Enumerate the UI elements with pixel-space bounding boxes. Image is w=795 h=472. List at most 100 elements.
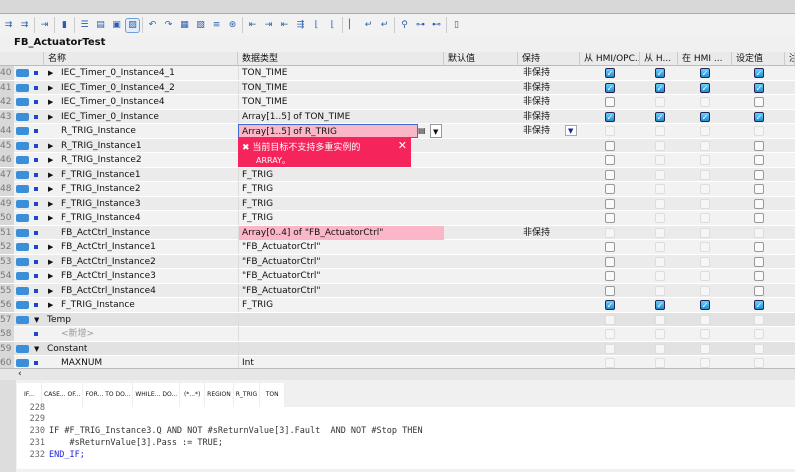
checkbox[interactable] [605,271,615,281]
variable-name[interactable]: FB_ActCtrl_Instance4 [58,284,156,298]
data-type[interactable]: "FB_ActuatorCtrl" [238,269,444,283]
table-row[interactable]: 53 ▶ FB_ActCtrl_Instance2 "FB_ActuatorCtrl" [0,254,795,269]
checkbox[interactable] [700,271,710,281]
toolbar-button-34-icon[interactable]: ▯ [450,19,463,32]
checkbox[interactable]: ✓ [655,111,665,122]
toolbar-button-22-icon[interactable]: ⇶ [294,19,307,32]
retain-value[interactable] [520,284,523,298]
variable-name[interactable]: IEC_Timer_0_Instance4_2 [58,81,175,95]
expand-triangle-icon[interactable]: ▶ [48,139,53,153]
table-row[interactable]: 43 ▶ IEC_Timer_0_Instance Array[1..5] of TO… [0,109,795,124]
variable-name[interactable]: R_TRIG_Instance1 [58,139,142,153]
snippet-button[interactable]: WHILE... DO... [133,383,181,407]
checkbox[interactable] [655,169,665,180]
expand-triangle-icon[interactable]: ▶ [48,197,53,211]
checkbox[interactable] [655,314,665,325]
table-row[interactable]: 58 <新增> [0,327,795,342]
checkbox[interactable]: ✓ [700,68,710,78]
checkbox[interactable] [655,358,665,368]
checkbox[interactable] [655,256,665,267]
snippet-button[interactable]: (*...*) [180,383,206,407]
toolbar-button-10-icon[interactable]: ▨ [125,17,140,33]
checkbox[interactable] [700,242,710,252]
retain-value[interactable] [520,240,523,254]
table-row[interactable]: 40 ▶ IEC_Timer_0_Instance4_1 TON_TIME 非保持 ✓ ✓ ✓… [0,66,795,81]
expand-triangle-icon[interactable]: ▶ [48,255,53,269]
table-row[interactable]: 55 ▶ FB_ActCtrl_Instance4 "FB_ActuatorCtrl" [0,283,795,298]
checkbox[interactable] [605,256,615,267]
data-type[interactable]: TON_TIME [238,95,444,109]
variable-name[interactable]: FB_ActCtrl_Instance2 [58,255,156,269]
retain-value[interactable] [520,153,523,167]
checkbox[interactable] [655,198,665,209]
column-header[interactable]: 名称 [44,52,238,66]
checkbox[interactable] [605,155,615,165]
collapse-triangle-icon[interactable]: ▼ [34,342,39,356]
variable-name[interactable]: IEC_Timer_0_Instance [58,110,159,124]
table-row[interactable]: 48 ▶ F_TRIG_Instance2 F_TRIG [0,182,795,197]
toolbar-button-9-icon[interactable]: ▣ [110,19,123,32]
checkbox[interactable]: ✓ [700,111,710,122]
scroll-left-icon[interactable]: ‹ [18,369,22,379]
checkbox[interactable] [754,358,764,368]
scl-editor[interactable]: 228 229 230 IF #F_TRIG_Instance3.Q AND NOT… [17,403,795,469]
retain-value[interactable]: 非保持 [520,226,550,240]
expand-triangle-icon[interactable]: ▶ [48,211,53,225]
checkbox[interactable]: ✓ [754,111,764,122]
expand-triangle-icon[interactable]: ▶ [48,66,53,80]
variable-name[interactable]: MAXNUM [58,356,102,368]
checkbox[interactable] [655,271,665,281]
table-row[interactable]: 44 R_TRIG_Instance Array[1..5] of R_TRIG ▤ ▼… [0,124,795,139]
column-header[interactable]: 保持 [518,52,580,66]
checkbox[interactable] [655,97,665,107]
checkbox[interactable] [655,126,665,136]
toolbar-button-3-icon[interactable]: ⇥ [38,19,51,32]
table-row[interactable]: 51 FB_ActCtrl_Instance Array[0..4] of "FB_… [0,225,795,240]
data-type[interactable]: Array[1..5] of R_TRIG [238,124,418,138]
checkbox[interactable] [700,285,710,296]
retain-value[interactable] [520,269,523,283]
checkbox[interactable] [605,126,615,136]
toolbar-button-5-icon[interactable]: ▮ [58,19,71,32]
snippet-button[interactable]: R_TRIG [234,383,261,407]
expand-triangle-icon[interactable]: ▶ [48,298,53,312]
table-row[interactable]: 49 ▶ F_TRIG_Instance3 F_TRIG [0,196,795,211]
checkbox[interactable] [655,329,665,339]
checkbox[interactable] [700,184,710,194]
toolbar-button-23-icon[interactable]: ⌊ [310,19,323,32]
expand-triangle-icon[interactable]: ▶ [48,81,53,95]
checkbox[interactable] [754,285,764,296]
checkbox[interactable] [605,169,615,180]
expand-triangle-icon[interactable]: ▶ [48,240,53,254]
toolbar-button-28-icon[interactable]: ↵ [378,19,391,32]
retain-value[interactable]: 非保持 [520,95,550,109]
retain-value[interactable] [520,168,523,182]
toolbar-button-15-icon[interactable]: ▧ [194,19,207,32]
table-row[interactable]: 57 ▼ Temp [0,312,795,327]
checkbox[interactable] [655,285,665,296]
toolbar-button-27-icon[interactable]: ↵ [362,19,375,32]
checkbox[interactable] [754,242,764,252]
data-type[interactable]: Array[0..4] of "FB_ActuatorCtrl" [238,225,444,240]
data-type[interactable]: TON_TIME [238,80,444,95]
checkbox[interactable] [754,213,764,223]
checkbox[interactable] [700,227,710,238]
retain-value[interactable] [520,197,523,211]
retain-value[interactable] [520,327,523,341]
toolbar-button-24-icon[interactable]: ⌊ [326,19,339,32]
type-dropdown-button[interactable]: ▼ [430,124,442,138]
data-type[interactable] [238,341,444,356]
retain-value[interactable] [520,139,523,153]
toolbar-button-0-icon[interactable]: ⇉ [2,19,15,32]
checkbox[interactable] [700,97,710,107]
variable-name[interactable]: R_TRIG_Instance [58,124,136,138]
expand-triangle-icon[interactable]: ▶ [48,182,53,196]
checkbox[interactable] [605,140,615,151]
retain-value[interactable]: 非保持 [520,81,550,95]
data-type[interactable]: "FB_ActuatorCtrl" [238,283,444,298]
checkbox[interactable] [700,169,710,180]
expand-triangle-icon[interactable]: ▶ [48,110,53,124]
data-type[interactable]: TON_TIME [238,66,444,80]
expand-triangle-icon[interactable]: ▶ [48,153,53,167]
checkbox[interactable]: ✓ [655,82,665,93]
